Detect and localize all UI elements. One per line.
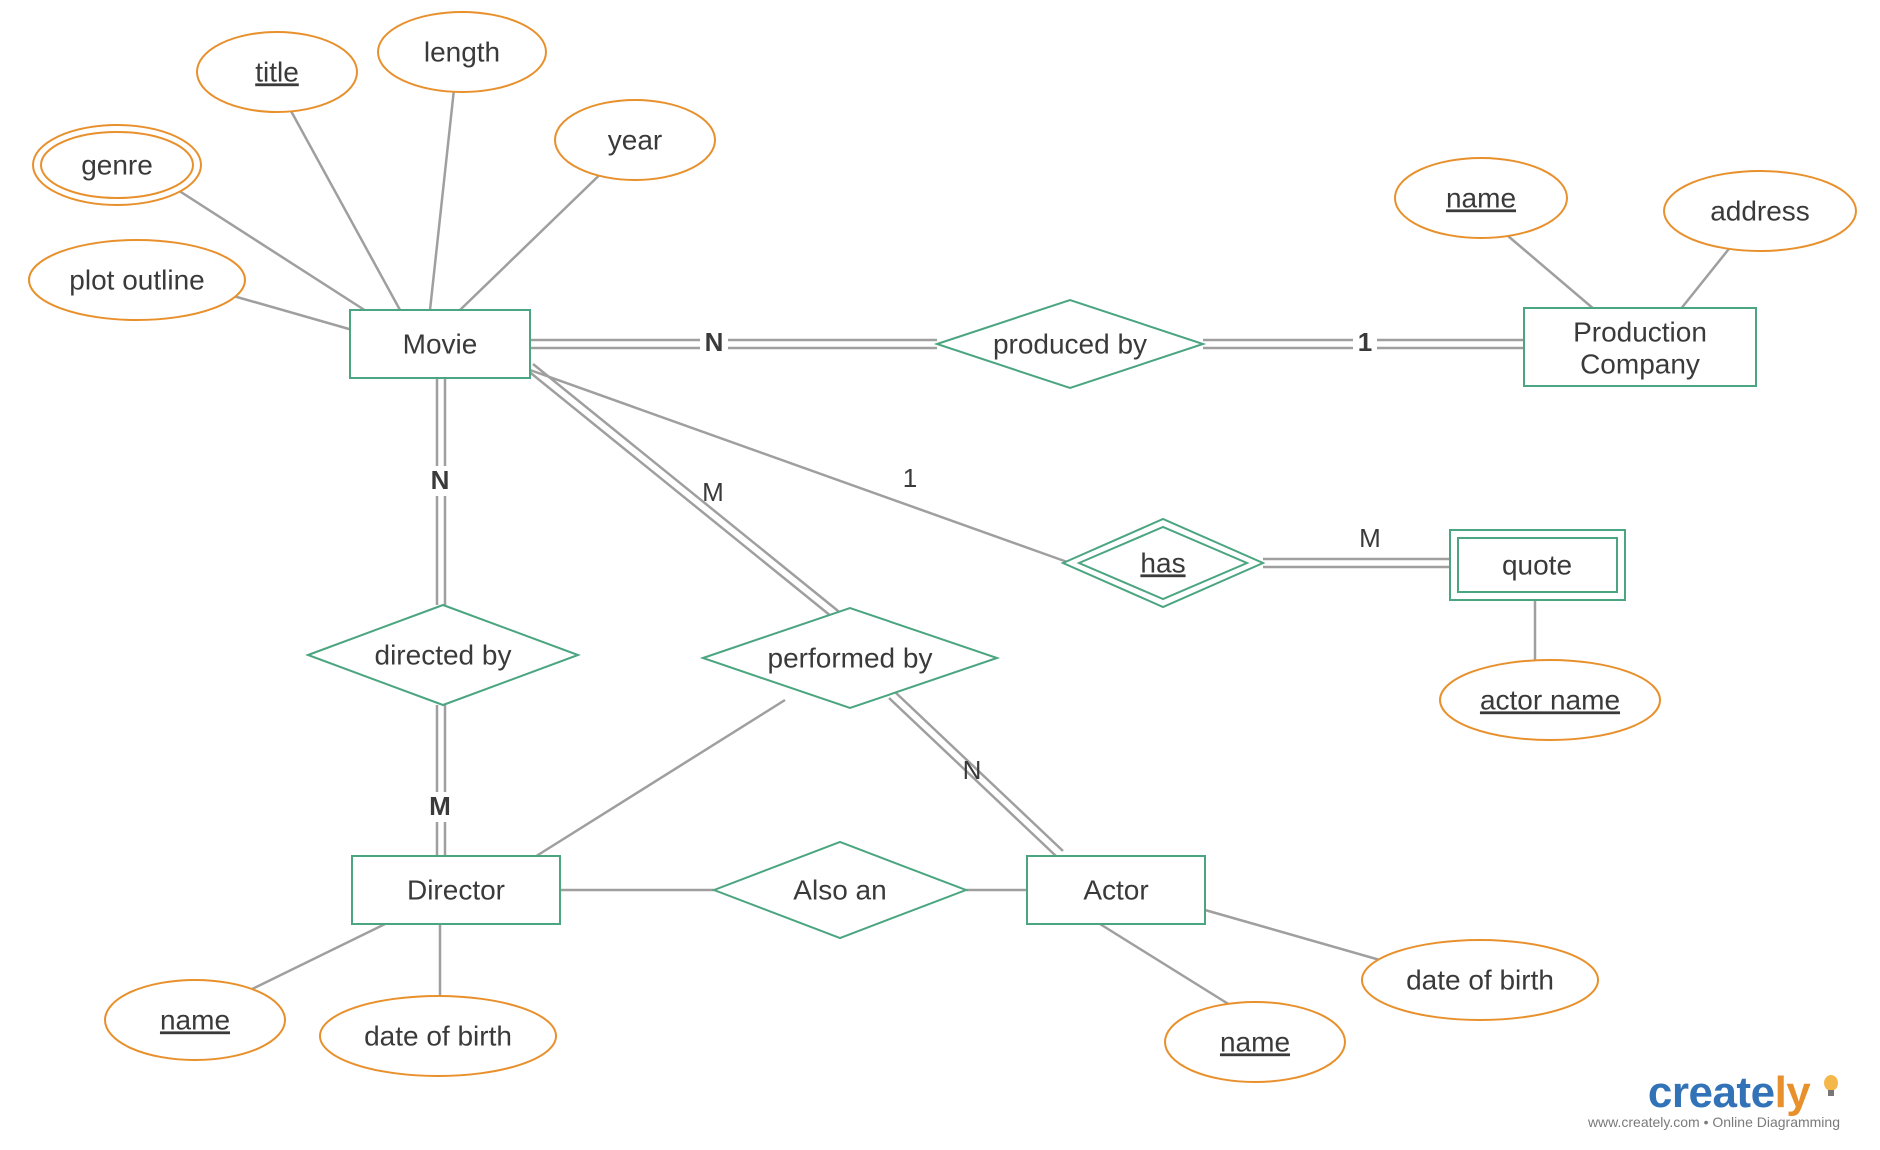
attribute-actor-name[interactable]: name — [1165, 1002, 1345, 1082]
entity-movie[interactable]: Movie — [350, 310, 530, 378]
cardinality-directedby-n: N — [431, 465, 450, 495]
attribute-actor-dob[interactable]: date of birth — [1362, 940, 1598, 1020]
attribute-actor-dob-label: date of birth — [1406, 964, 1554, 995]
conn-director-name — [240, 924, 385, 995]
attribute-movie-title[interactable]: title — [197, 32, 357, 112]
conn-prodco-name — [1501, 230, 1595, 310]
entity-prodco-label1: Production — [1573, 316, 1707, 347]
cardinality-directedby-m: M — [429, 791, 451, 821]
conn-title-movie — [285, 100, 400, 310]
cardinality-performedby-n: N — [963, 755, 982, 785]
attribute-movie-length-label: length — [424, 36, 500, 67]
attribute-movie-year-label: year — [608, 124, 662, 155]
cardinality-producedby-1: 1 — [1358, 327, 1372, 357]
relationship-also-an-label: Also an — [793, 874, 886, 905]
attribute-prodco-name[interactable]: name — [1395, 158, 1567, 238]
conn-actor-name — [1100, 924, 1230, 1005]
entity-director-label: Director — [407, 874, 505, 905]
entity-quote[interactable]: quote — [1450, 530, 1625, 600]
conn-length-movie — [430, 80, 455, 310]
conn-movie-has — [530, 370, 1070, 563]
relationship-directed-by[interactable]: directed by — [308, 605, 578, 705]
watermark-brand-suffix: ly — [1775, 1068, 1811, 1117]
attribute-prodco-name-label: name — [1446, 182, 1516, 213]
conn-performed-director — [530, 700, 785, 860]
conn-year-movie — [460, 160, 615, 310]
attribute-movie-length[interactable]: length — [378, 12, 546, 92]
cardinality-has-1: 1 — [903, 463, 917, 493]
attribute-director-name-label: name — [160, 1004, 230, 1035]
attribute-director-dob-label: date of birth — [364, 1020, 512, 1051]
watermark: creately www.creately.com • Online Diagr… — [1588, 1068, 1840, 1130]
attribute-movie-plot-outline-label: plot outline — [69, 264, 204, 295]
relationship-also-an[interactable]: Also an — [714, 842, 966, 938]
entity-actor-label: Actor — [1083, 874, 1148, 905]
cardinality-has-m: M — [1359, 523, 1381, 553]
relationship-performed-by-label: performed by — [768, 642, 933, 673]
entity-prodco-label2: Company — [1580, 348, 1700, 379]
conn-movie-performed-a — [527, 370, 842, 625]
attribute-movie-plot-outline[interactable]: plot outline — [29, 240, 245, 320]
attribute-actor-name-label: name — [1220, 1026, 1290, 1057]
relationship-produced-by-label: produced by — [993, 328, 1147, 359]
relationship-has[interactable]: has — [1063, 519, 1263, 607]
entity-production-company[interactable]: Production Company — [1524, 308, 1756, 386]
relationship-has-label: has — [1140, 547, 1185, 578]
attribute-movie-genre[interactable]: genre — [33, 125, 201, 205]
attribute-prodco-address-label: address — [1710, 195, 1810, 226]
entity-quote-label: quote — [1502, 549, 1572, 580]
relationship-directed-by-label: directed by — [375, 639, 512, 670]
watermark-brand-prefix: create — [1648, 1068, 1775, 1117]
entity-movie-label: Movie — [403, 328, 478, 359]
watermark-tagline: www.creately.com • Online Diagramming — [1588, 1114, 1840, 1130]
attribute-director-name[interactable]: name — [105, 980, 285, 1060]
attribute-movie-year[interactable]: year — [555, 100, 715, 180]
attribute-quote-actor-name-label: actor name — [1480, 684, 1620, 715]
cardinality-producedby-n: N — [705, 327, 724, 357]
relationship-performed-by[interactable]: performed by — [703, 608, 997, 708]
entity-director[interactable]: Director — [352, 856, 560, 924]
conn-movie-performed-b — [533, 364, 848, 619]
attribute-prodco-address[interactable]: address — [1664, 171, 1856, 251]
attribute-director-dob[interactable]: date of birth — [320, 996, 556, 1076]
watermark-brand: creately — [1588, 1068, 1840, 1118]
attribute-movie-title-label: title — [255, 56, 299, 87]
relationship-produced-by[interactable]: produced by — [937, 300, 1203, 388]
attribute-movie-genre-label: genre — [81, 149, 153, 180]
entity-actor[interactable]: Actor — [1027, 856, 1205, 924]
attribute-quote-actor-name[interactable]: actor name — [1440, 660, 1660, 740]
cardinality-performedby-m: M — [702, 477, 724, 507]
bulb-icon — [1822, 1074, 1840, 1102]
